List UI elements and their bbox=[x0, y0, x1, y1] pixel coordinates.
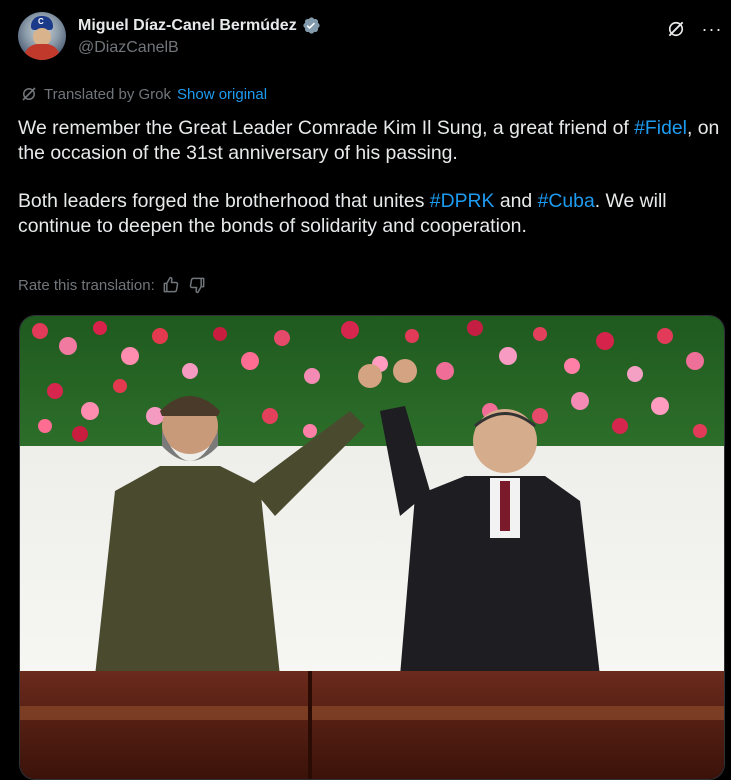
author-name-row: Miguel Díaz-Canel Bermúdez bbox=[78, 16, 321, 35]
grok-icon bbox=[668, 21, 684, 37]
tweet-paragraph-1: We remember the Great Leader Comrade Kim… bbox=[18, 116, 723, 166]
rate-label: Rate this translation: bbox=[18, 276, 155, 294]
avatar-cap-letter: C bbox=[38, 17, 44, 26]
grok-button[interactable] bbox=[665, 18, 687, 40]
avatar[interactable]: C bbox=[18, 12, 66, 60]
hashtag-cuba[interactable]: #Cuba bbox=[538, 190, 595, 212]
photo-two-leaders-raising-hands bbox=[20, 316, 724, 779]
thumbs-down-icon[interactable] bbox=[187, 275, 207, 295]
tweet-text-segment: and bbox=[494, 190, 538, 212]
show-original-link[interactable]: Show original bbox=[177, 86, 267, 103]
top-actions: ··· bbox=[665, 18, 723, 40]
tweet-text-segment: We remember the Great Leader Comrade Kim… bbox=[18, 117, 635, 139]
more-icon[interactable]: ··· bbox=[701, 18, 723, 40]
hashtag-dprk[interactable]: #DPRK bbox=[430, 190, 495, 212]
author-display-name[interactable]: Miguel Díaz-Canel Bermúdez bbox=[78, 17, 297, 35]
translated-label: Translated by Grok bbox=[44, 85, 171, 103]
hashtag-fidel[interactable]: #Fidel bbox=[634, 117, 687, 139]
tweet-header: C Miguel Díaz-Canel Bermúdez @DiazCanelB… bbox=[18, 10, 723, 66]
tweet-text-segment: Both leaders forged the brotherhood that… bbox=[18, 190, 430, 212]
avatar-shirt bbox=[24, 44, 60, 60]
tweet-text: We remember the Great Leader Comrade Kim… bbox=[18, 116, 723, 262]
author-handle[interactable]: @DiazCanelB bbox=[78, 39, 179, 57]
tweet-paragraph-2: Both leaders forged the brotherhood that… bbox=[18, 189, 723, 239]
grok-icon bbox=[22, 87, 36, 101]
translation-notice: Translated by Grok Show original bbox=[20, 85, 267, 103]
tweet-photo[interactable] bbox=[19, 315, 725, 780]
thumbs-up-icon[interactable] bbox=[161, 275, 181, 295]
rate-translation: Rate this translation: bbox=[18, 275, 207, 295]
verified-badge-icon[interactable] bbox=[302, 16, 321, 35]
